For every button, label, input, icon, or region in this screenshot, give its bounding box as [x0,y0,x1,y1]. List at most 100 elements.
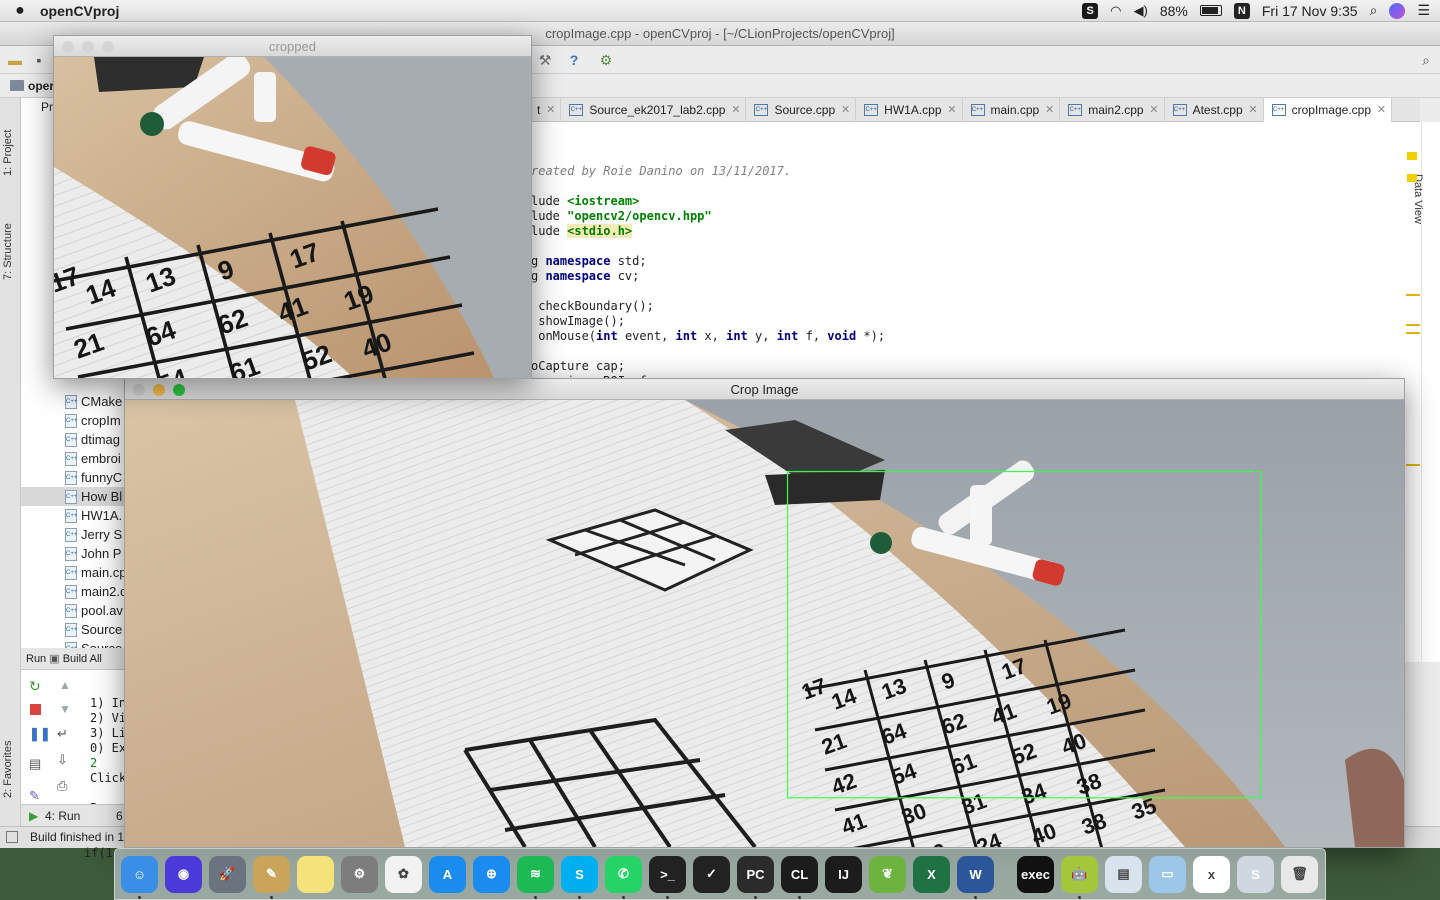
dock-finder-icon[interactable]: ☺ [121,855,158,899]
zoom-button-disabled[interactable] [102,41,114,53]
status-toggle-icon[interactable] [6,831,18,843]
vcs-icon[interactable]: ⚙ [597,51,615,69]
cropped-window[interactable]: cropped 14139172164624119425461524041303… [53,35,532,379]
dock-inkscape-icon[interactable]: ✓ [693,855,730,893]
scroll-to-end-icon[interactable]: ⇩ [57,752,68,768]
layout-icon[interactable]: ▤ [29,756,41,772]
project-file-item[interactable]: C++ pool.av [65,601,123,620]
dock-preview-icon[interactable]: ✎ [253,855,290,899]
battery-percent[interactable]: 88% [1160,3,1188,19]
crop-image-titlebar[interactable]: Crop Image [125,379,1404,400]
project-file-item[interactable]: C++ John P [65,544,121,563]
dock-android-icon[interactable]: 🤖 [1061,855,1098,899]
dock-skype-file-icon[interactable]: S [1237,855,1274,893]
editor-tab[interactable]: C++ main.cpp ✕ [963,98,1061,122]
search-everywhere-icon[interactable]: ⌕ [1417,51,1435,69]
error-stripe-marker[interactable] [1407,152,1417,160]
help-icon[interactable]: ? [565,51,583,69]
close-tab-icon[interactable]: ✕ [1045,98,1054,122]
bottom-tab-run[interactable]: 4: Run [45,805,80,827]
project-panel-header[interactable]: Pr [41,100,53,114]
dock-folder-icon[interactable]: ▭ [1149,855,1186,893]
build-all-tab[interactable]: Build All [63,653,102,665]
build-tools-icon[interactable]: ⚒ [536,51,554,69]
project-file-item[interactable]: C++ How Bl [21,487,131,506]
dock-clion-icon[interactable]: CL [781,855,818,899]
close-tab-icon[interactable]: ✕ [1377,98,1386,122]
cropped-titlebar[interactable]: cropped [54,36,531,57]
dock-launchpad-icon[interactable]: 🚀 [209,855,246,893]
warning-stripe-marker[interactable] [1406,464,1420,466]
error-stripe-marker[interactable] [1407,174,1417,182]
dock-excel-icon[interactable]: X [913,855,950,893]
soft-wrap-icon[interactable]: ↵ [57,726,68,742]
apple-menu-icon[interactable]: ● [0,2,40,20]
editor-tab[interactable]: C++ cropImage.cpp ✕ [1263,98,1393,122]
siri-icon[interactable] [1389,2,1406,19]
tool-tab-favorites[interactable]: 2: Favorites [2,741,14,798]
save-icon[interactable]: ▪ [30,51,48,69]
editor-tab[interactable]: C++ Atest.cpp ✕ [1165,98,1264,122]
active-app-name[interactable]: openCVproj [40,3,119,19]
dock-system-preferences-icon[interactable]: ⚙ [341,855,378,893]
clock[interactable]: Fri 17 Nov 9:35 [1262,3,1358,19]
warning-stripe-marker[interactable] [1406,294,1420,296]
volume-icon[interactable]: ◀) [1134,3,1148,19]
project-file-item[interactable]: C++ main2.c [65,582,127,601]
cropped-frame[interactable]: 1413917216462411942546152404130313438202… [54,57,531,378]
notification-center-icon[interactable]: ☰ [1417,2,1430,19]
breadcrumb-root[interactable]: oper [28,74,54,98]
minimize-button[interactable] [153,384,165,396]
close-tab-icon[interactable]: ✕ [841,98,850,122]
close-button-disabled[interactable] [62,41,74,53]
tool-tab-project[interactable]: 1: Project [2,130,14,176]
dock-whatsapp-icon[interactable]: ✆ [605,855,642,899]
spotlight-search-icon[interactable]: ⌕ [1370,2,1378,19]
battery-icon[interactable] [1199,5,1222,16]
editor-tab[interactable]: C++ main2.cpp ✕ [1060,98,1165,122]
wifi-icon[interactable]: ◠ [1110,3,1121,19]
skype-status-icon[interactable]: S [1082,2,1099,19]
camera-frame[interactable]: 1413917216462411942546152404130313438202… [125,400,1404,847]
project-file-item[interactable]: C++ embroi [65,449,121,468]
project-file-item[interactable]: C++ Jerry S [65,525,122,544]
notion-icon[interactable]: N [1233,2,1250,19]
warning-stripe-marker[interactable] [1406,324,1420,326]
dock-word-icon[interactable]: W [957,855,994,899]
dock-safari-icon[interactable]: ⊕ [473,855,510,893]
dock-skype-icon[interactable]: S [561,855,598,899]
warning-stripe-marker[interactable] [1406,332,1420,334]
open-folder-icon[interactable]: ▬ [6,51,24,69]
stop-icon[interactable] [30,704,41,715]
dock-app-store-icon[interactable]: A [429,855,466,893]
dock-photos-icon[interactable]: ✿ [385,855,422,893]
dock-trash-icon[interactable]: 🗑 [1281,855,1318,893]
run-tab[interactable]: Run [26,653,46,665]
close-tab-icon[interactable]: ✕ [546,98,555,122]
project-file-item[interactable]: C++ Source [65,620,122,639]
scroll-down-icon[interactable]: ▼ [59,702,71,716]
dock-excel-file-icon[interactable]: x [1193,855,1230,893]
rerun-icon[interactable]: ↻ [29,678,41,695]
dock-pycharm-icon[interactable]: PC [737,855,774,899]
editor-tab[interactable]: t ✕ [531,98,562,122]
project-file-item[interactable]: C++ CMake [65,392,122,411]
scroll-up-icon[interactable]: ▲ [59,678,71,692]
dock-documents-icon[interactable]: ▤ [1105,855,1142,893]
crop-image-window[interactable]: Crop Image 14 13 9 17 21 64 62 41 19 42 54 61 52 40 41… [124,378,1405,848]
project-file-item[interactable]: C++ HW1A. [65,506,122,525]
dock-spotify-icon[interactable]: ≋ [517,855,554,899]
dock-siri-icon[interactable]: ◉ [165,855,202,893]
close-tab-icon[interactable]: ✕ [731,98,740,122]
dock-exec-icon[interactable]: exec [1017,855,1054,893]
close-tab-icon[interactable]: ✕ [947,98,956,122]
zoom-button[interactable] [173,384,185,396]
close-tab-icon[interactable]: ✕ [1149,98,1158,122]
editor-tab[interactable]: C++ Source_ek2017_lab2.cpp ✕ [561,98,747,122]
editor-tab[interactable]: C++ HW1A.cpp ✕ [856,98,963,122]
bottom-tab-6[interactable]: 6 [116,805,123,827]
minimize-button-disabled[interactable] [82,41,94,53]
dock-intellij-idea-icon[interactable]: IJ [825,855,862,893]
tool-tab-structure[interactable]: 7: Structure [2,223,14,280]
project-file-item[interactable]: C++ main.cp [65,563,127,582]
